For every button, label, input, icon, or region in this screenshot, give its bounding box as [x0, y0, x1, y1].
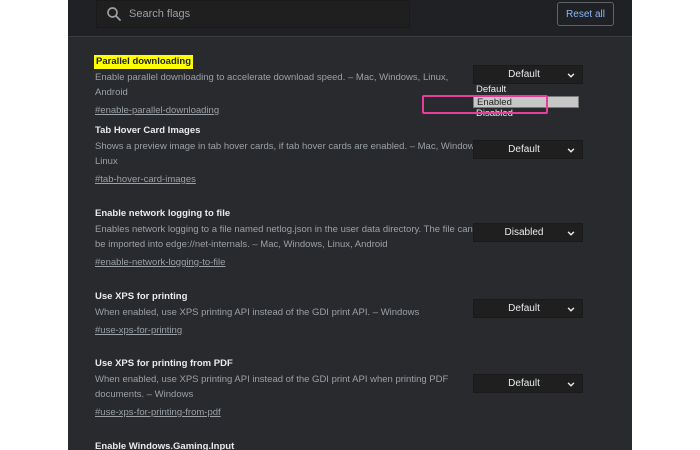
flag-title: Parallel downloading [94, 55, 194, 69]
flag-title: Enable Windows.Gaming.Input [95, 441, 235, 450]
flag-link[interactable]: #use-xps-for-printing [95, 323, 182, 338]
flag-description: Shows a preview image in tab hover cards… [95, 141, 483, 167]
flag-enable-windows-gaming-input: Enable Windows.Gaming.Input [95, 436, 615, 450]
flag-select-enable-network-logging[interactable]: Disabled [473, 223, 583, 242]
chevron-down-icon [567, 381, 575, 387]
flag-description: When enabled, use XPS printing API inste… [95, 307, 420, 318]
chevron-down-icon [567, 147, 575, 153]
flag-select-use-xps-for-printing-from-pdf[interactable]: Default [473, 374, 583, 393]
flag-link[interactable]: #tab-hover-card-images [95, 172, 196, 187]
select-value: Default [508, 303, 540, 314]
flag-description: When enabled, use XPS printing API inste… [95, 374, 449, 400]
header-bar: Reset all [68, 0, 632, 37]
flag-link[interactable]: #enable-parallel-downloading [95, 103, 219, 118]
reset-all-button[interactable]: Reset all [557, 2, 614, 26]
flag-title: Use XPS for printing [95, 291, 188, 302]
flag-title: Enable network logging to file [95, 208, 231, 219]
annotation-highlight-box [422, 95, 548, 114]
flag-select-parallel-downloading[interactable]: Default [473, 65, 583, 84]
search-icon [107, 7, 121, 21]
search-input[interactable] [129, 8, 399, 20]
flag-select-tab-hover-card-images[interactable]: Default [473, 140, 583, 159]
chevron-down-icon [567, 230, 575, 236]
flag-link[interactable]: #enable-network-logging-to-file [95, 255, 225, 270]
flag-description: Enables network logging to a file named … [95, 224, 473, 250]
flag-select-use-xps-for-printing[interactable]: Default [473, 299, 583, 318]
flag-title: Tab Hover Card Images [95, 125, 201, 136]
search-box[interactable] [96, 0, 410, 28]
select-value: Default [508, 69, 540, 80]
flag-link[interactable]: #use-xps-for-printing-from-pdf [95, 405, 221, 420]
flags-page: Reset all Parallel downloading Enable pa… [68, 0, 632, 450]
chevron-down-icon [567, 72, 575, 78]
flag-title: Use XPS for printing from PDF [95, 358, 233, 369]
select-value: Disabled [504, 227, 544, 238]
select-value: Default [508, 144, 540, 155]
select-value: Default [508, 378, 540, 389]
chevron-down-icon [567, 306, 575, 312]
